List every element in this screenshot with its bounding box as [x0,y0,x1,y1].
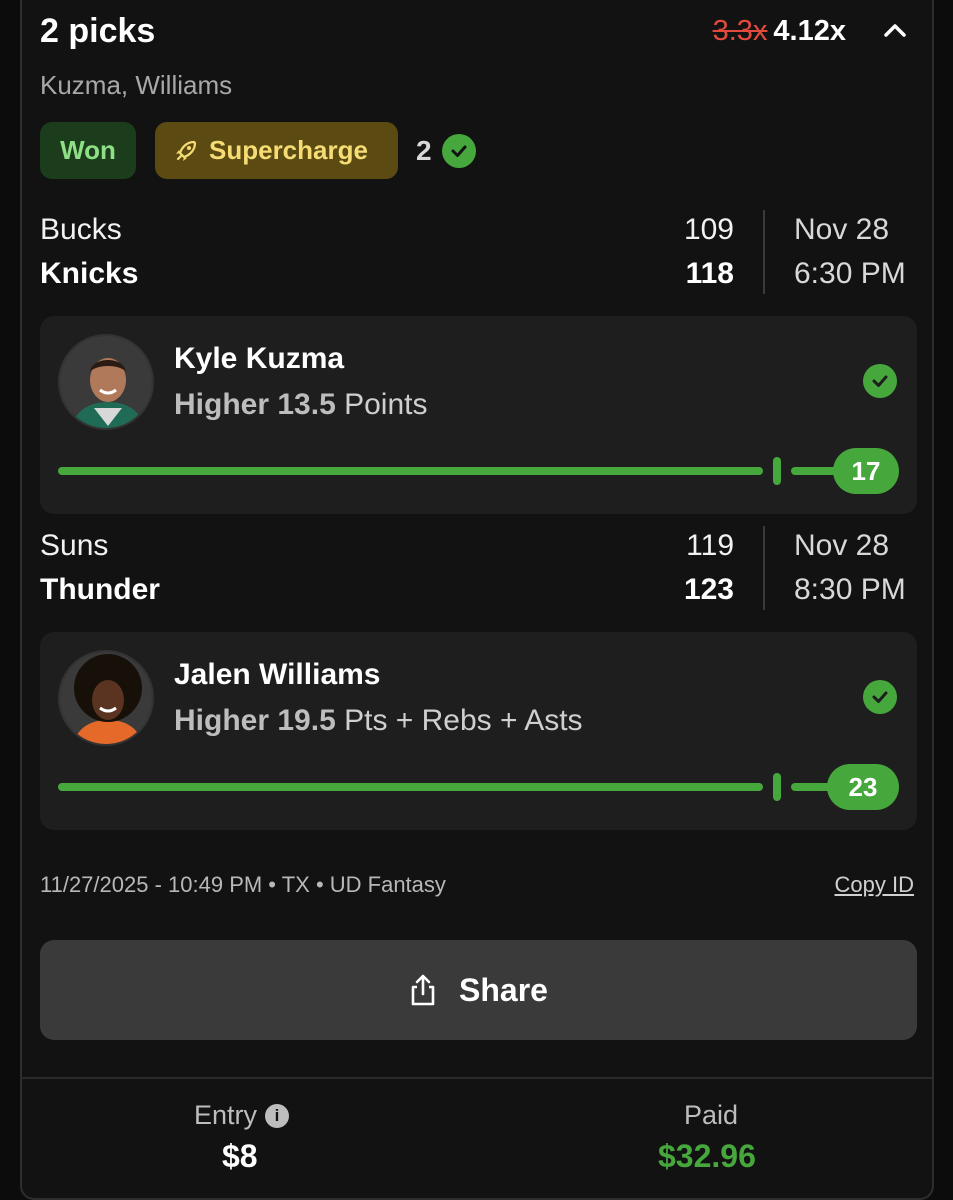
away-score: 109 [683,213,734,246]
correct-count-value: 2 [416,135,432,166]
pick-line-value: 19.5 [277,704,336,737]
copy-id-link[interactable]: Copy ID [835,872,914,898]
progress-track [58,783,763,791]
check-circle-icon [441,134,476,168]
won-badge: Won [40,122,136,179]
player-name: Jalen Williams [174,658,381,691]
home-score: 123 [683,573,734,606]
divider [763,526,765,610]
pick-line: Higher 19.5 Pts + Rebs + Asts [174,704,583,738]
avatar [58,334,154,430]
collapse-button[interactable] [880,16,910,46]
supercharge-label: Supercharge [209,135,368,165]
player-name: Kyle Kuzma [174,342,345,375]
game-date: Nov 28 [794,529,890,562]
rocket-icon [176,140,197,161]
entry-label: Entry [194,1100,258,1130]
footer-divider [22,1077,932,1079]
entry-label-row: Entry i [194,1100,290,1131]
pick-line: Higher 13.5 Points [174,388,427,422]
progress-track [58,467,763,475]
game-time: 6:30 PM [794,257,906,290]
correct-count: 2 [416,134,476,168]
game-date: Nov 28 [794,213,890,246]
chevron-up-icon [884,24,906,37]
away-team: Suns [40,529,109,562]
home-team: Thunder [40,573,160,606]
paid-label: Paid [684,1100,739,1130]
pick-stat: Pts + Rebs + Asts [344,704,583,737]
home-score: 118 [685,257,734,290]
pick-direction: Higher [174,704,270,737]
share-button[interactable]: Share [40,940,917,1040]
away-score: 119 [686,529,734,562]
multiplier: 3.3x 4.12x [713,15,846,48]
home-team: Knicks [40,257,139,290]
entry-card: 2 picks 3.3x 4.12x Kuzma, Williams Won S… [20,0,934,1200]
share-icon [411,974,435,1006]
check-circle-icon [863,680,897,714]
line-marker [773,773,781,801]
pick-stat: Points [344,388,428,421]
pick-card[interactable]: Kyle Kuzma Higher 13.5 Points 17 [40,316,917,514]
pick-card[interactable]: Jalen Williams Higher 19.5 Pts + Rebs + … [40,632,917,830]
pick-line-value: 13.5 [277,388,336,421]
line-marker [773,457,781,485]
supercharge-badge: Supercharge [155,122,398,179]
info-icon[interactable]: i [265,1103,290,1128]
avatar [58,650,154,746]
new-multiplier: 4.12x [773,15,846,47]
old-multiplier: 3.3x [712,15,768,47]
check-circle-icon [863,364,897,398]
game-time: 8:30 PM [794,573,906,606]
divider [763,210,765,294]
player-names: Kuzma, Williams [40,70,233,100]
share-label: Share [459,971,548,1008]
entry-title: 2 picks [40,12,156,50]
result-pill: 23 [827,764,899,810]
entry-value: $8 [222,1138,258,1174]
pick-direction: Higher [174,388,270,421]
paid-value: $32.96 [658,1138,756,1174]
away-team: Bucks [40,213,122,246]
entry-meta: 11/27/2025 - 10:49 PM • TX • UD Fantasy [40,872,446,897]
result-pill: 17 [833,448,899,494]
